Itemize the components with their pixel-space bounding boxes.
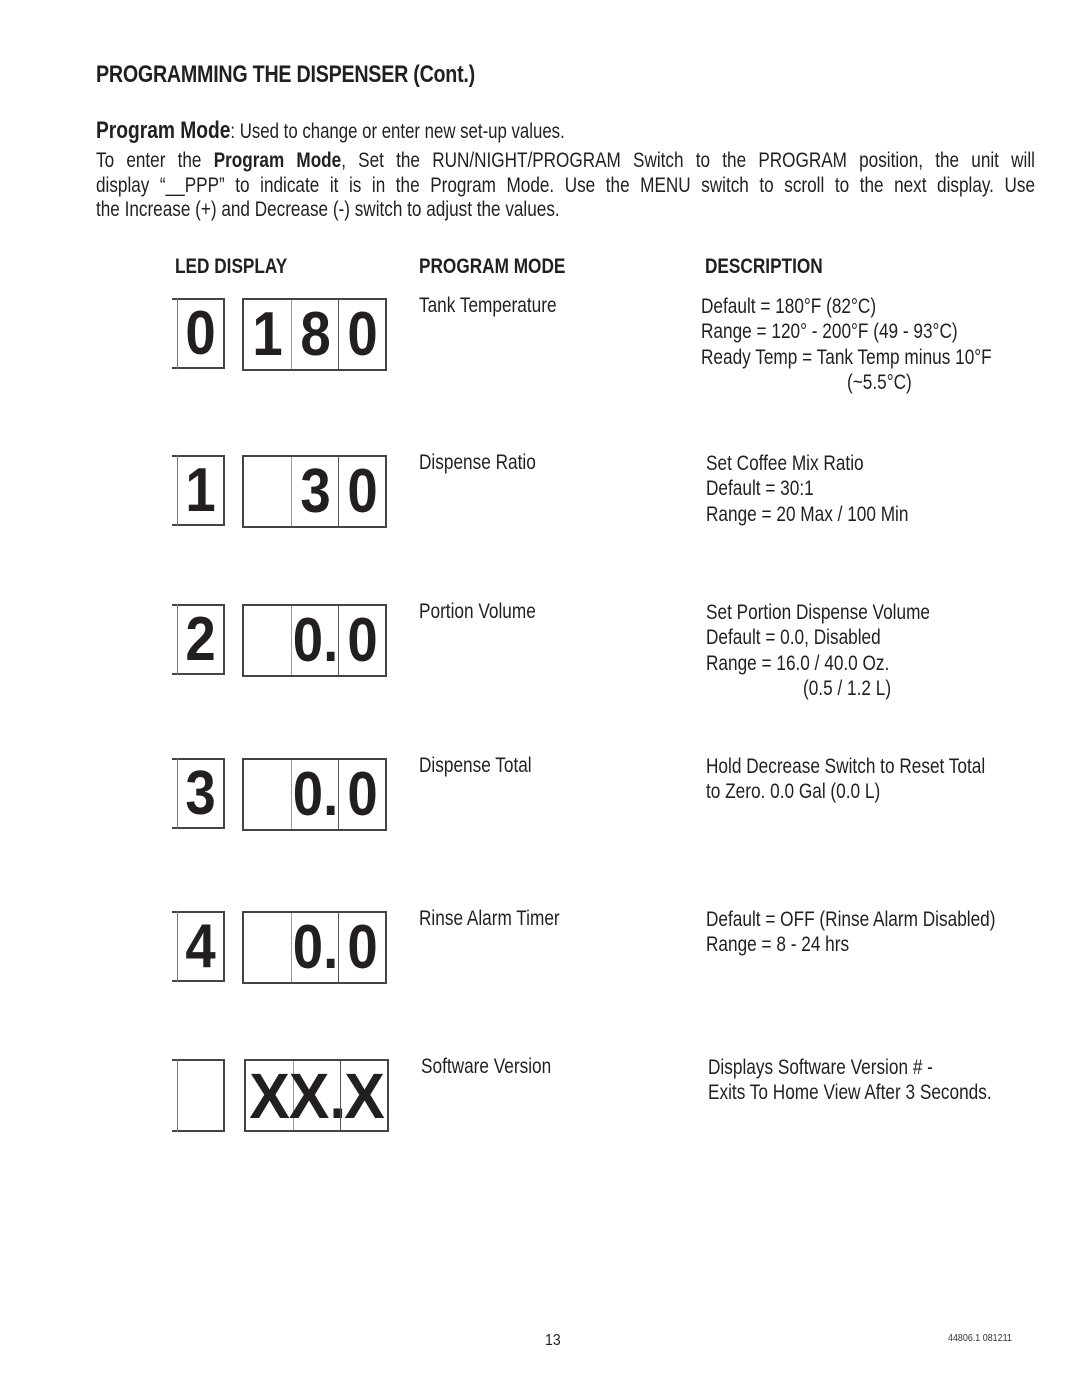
description-line: Exits To Home View After 3 Seconds. (708, 1081, 992, 1105)
program-mode-name: Software Version (421, 1055, 552, 1078)
led-index-digit: 0 (185, 299, 216, 368)
description-line: to Zero. 0.0 Gal (0.0 L) (706, 780, 881, 804)
instructions-line-2: display “__PPP” to indicate it is in the… (96, 173, 1035, 197)
description-line: (0.5 / 1.2 L) (803, 676, 892, 700)
instructions-text: , Set the RUN/NIGHT/PROGRAM Switch to th… (341, 149, 1035, 172)
led-digit-cell: 0 (338, 300, 386, 369)
led-digit-cell: 0 (338, 606, 386, 675)
led-digit-cell (244, 457, 291, 526)
led-digit (247, 913, 288, 982)
description-line: Range = 120° - 200°F (49 - 93°C) (701, 320, 958, 344)
led-digit: X (344, 1059, 385, 1132)
led-index-digit-box: 2 (172, 604, 225, 675)
led-digit-cell: 8 (291, 300, 339, 369)
program-mode-name: Tank Temperature (419, 294, 557, 317)
led-digit: 0. (292, 606, 339, 675)
led-digit-cell (244, 606, 291, 675)
description-line: Range = 8 - 24 hrs (706, 933, 850, 957)
page-number: 13 (545, 1332, 561, 1349)
led-digit-cell (244, 760, 291, 829)
led-index-digit: 4 (185, 912, 216, 981)
header-program-mode: PROGRAM MODE (419, 255, 566, 278)
instructions-line-1: To enter the Program Mode, Set the RUN/N… (96, 149, 1035, 174)
program-mode-name: Rinse Alarm Timer (419, 907, 560, 930)
description-line: Range = 16.0 / 40.0 Oz. (706, 651, 890, 675)
led-value-display: 30 (242, 455, 387, 528)
description-line: Displays Software Version # - (708, 1056, 933, 1079)
description-line: (~5.5°C) (847, 370, 912, 394)
led-digit: 8 (300, 300, 331, 369)
instructions-text: To enter the (96, 149, 214, 172)
led-index-digit-box: 0 (172, 298, 225, 369)
led-digit (247, 760, 288, 829)
description-line: Range = 20 Max / 100 Min (706, 502, 909, 526)
led-digit-cell: 1 (244, 300, 291, 369)
led-value-display: X X. X (244, 1059, 389, 1132)
led-index-digit-box (172, 1059, 225, 1132)
led-digit-cell: X. (288, 1059, 347, 1132)
document-code: 44806.1 081211 (948, 1332, 1012, 1344)
led-digit (247, 457, 288, 526)
header-led-display: LED DISPLAY (175, 255, 288, 278)
header-description: DESCRIPTION (705, 255, 823, 278)
program-mode-name: Dispense Ratio (419, 451, 536, 474)
led-digit (247, 606, 288, 675)
led-value-display: 0. 0 (242, 604, 387, 677)
led-digit-cell: 3 (291, 457, 339, 526)
led-value-display: 0. 0 (242, 911, 387, 984)
led-value-display: 180 (242, 298, 387, 371)
description-line: Default = 30:1 (706, 477, 814, 501)
led-digit: 0 (347, 457, 378, 526)
description-line: Set Coffee Mix Ratio (706, 452, 864, 475)
led-index-digit-box: 1 (172, 455, 225, 526)
led-digit: 0 (347, 760, 378, 829)
description-line: Default = 180°F (82°C) (701, 295, 877, 318)
led-index-digit (181, 1061, 221, 1130)
led-index-digit: 1 (185, 456, 216, 525)
program-mode-name: Portion Volume (419, 600, 536, 623)
led-digit: 0 (347, 913, 378, 982)
led-digit-cell (244, 913, 291, 982)
led-digit-cell: 0. (291, 760, 339, 829)
section-title: PROGRAMMING THE DISPENSER (Cont.) (96, 61, 475, 88)
led-digit: 0. (292, 760, 339, 829)
program-mode-text: : Used to change or enter new set-up val… (230, 120, 565, 143)
instructions-bold: Program Mode (213, 149, 342, 172)
led-digit: 1 (252, 300, 283, 369)
led-digit-cell: 0 (338, 457, 386, 526)
program-mode-name: Dispense Total (419, 754, 532, 777)
led-digit-cell: 0. (291, 913, 339, 982)
led-digit: X. (288, 1059, 347, 1132)
led-digit: X (249, 1059, 290, 1132)
program-mode-label: Program Mode (96, 117, 231, 144)
description-line: Set Portion Dispense Volume (706, 601, 930, 624)
led-digit: 0 (347, 606, 378, 675)
led-digit-cell: 0 (338, 760, 386, 829)
instructions-paragraph: To enter the Program Mode, Set the RUN/N… (96, 149, 1035, 223)
led-index-digit: 2 (185, 605, 216, 674)
description-line: Default = OFF (Rinse Alarm Disabled) (706, 908, 996, 931)
led-digit-cell: 0 (338, 913, 386, 982)
led-digit-cell: X (340, 1059, 388, 1132)
led-digit-cell: X (246, 1059, 293, 1132)
led-value-display: 0. 0 (242, 758, 387, 831)
description-line: Hold Decrease Switch to Reset Total (706, 755, 986, 778)
instructions-line-3: the Increase (+) and Decrease (-) switch… (96, 198, 560, 221)
led-index-digit-box: 4 (172, 911, 225, 982)
description-line: Ready Temp = Tank Temp minus 10°F (701, 345, 992, 369)
led-index-digit-box: 3 (172, 758, 225, 829)
led-digit: 0 (347, 300, 378, 369)
led-index-digit: 3 (185, 759, 216, 828)
description-line: Default = 0.0, Disabled (706, 626, 881, 650)
led-digit-cell: 0. (291, 606, 339, 675)
program-mode-intro: Program Mode: Used to change or enter ne… (96, 117, 565, 145)
led-digit: 0. (292, 913, 339, 982)
led-digit: 3 (300, 457, 331, 526)
